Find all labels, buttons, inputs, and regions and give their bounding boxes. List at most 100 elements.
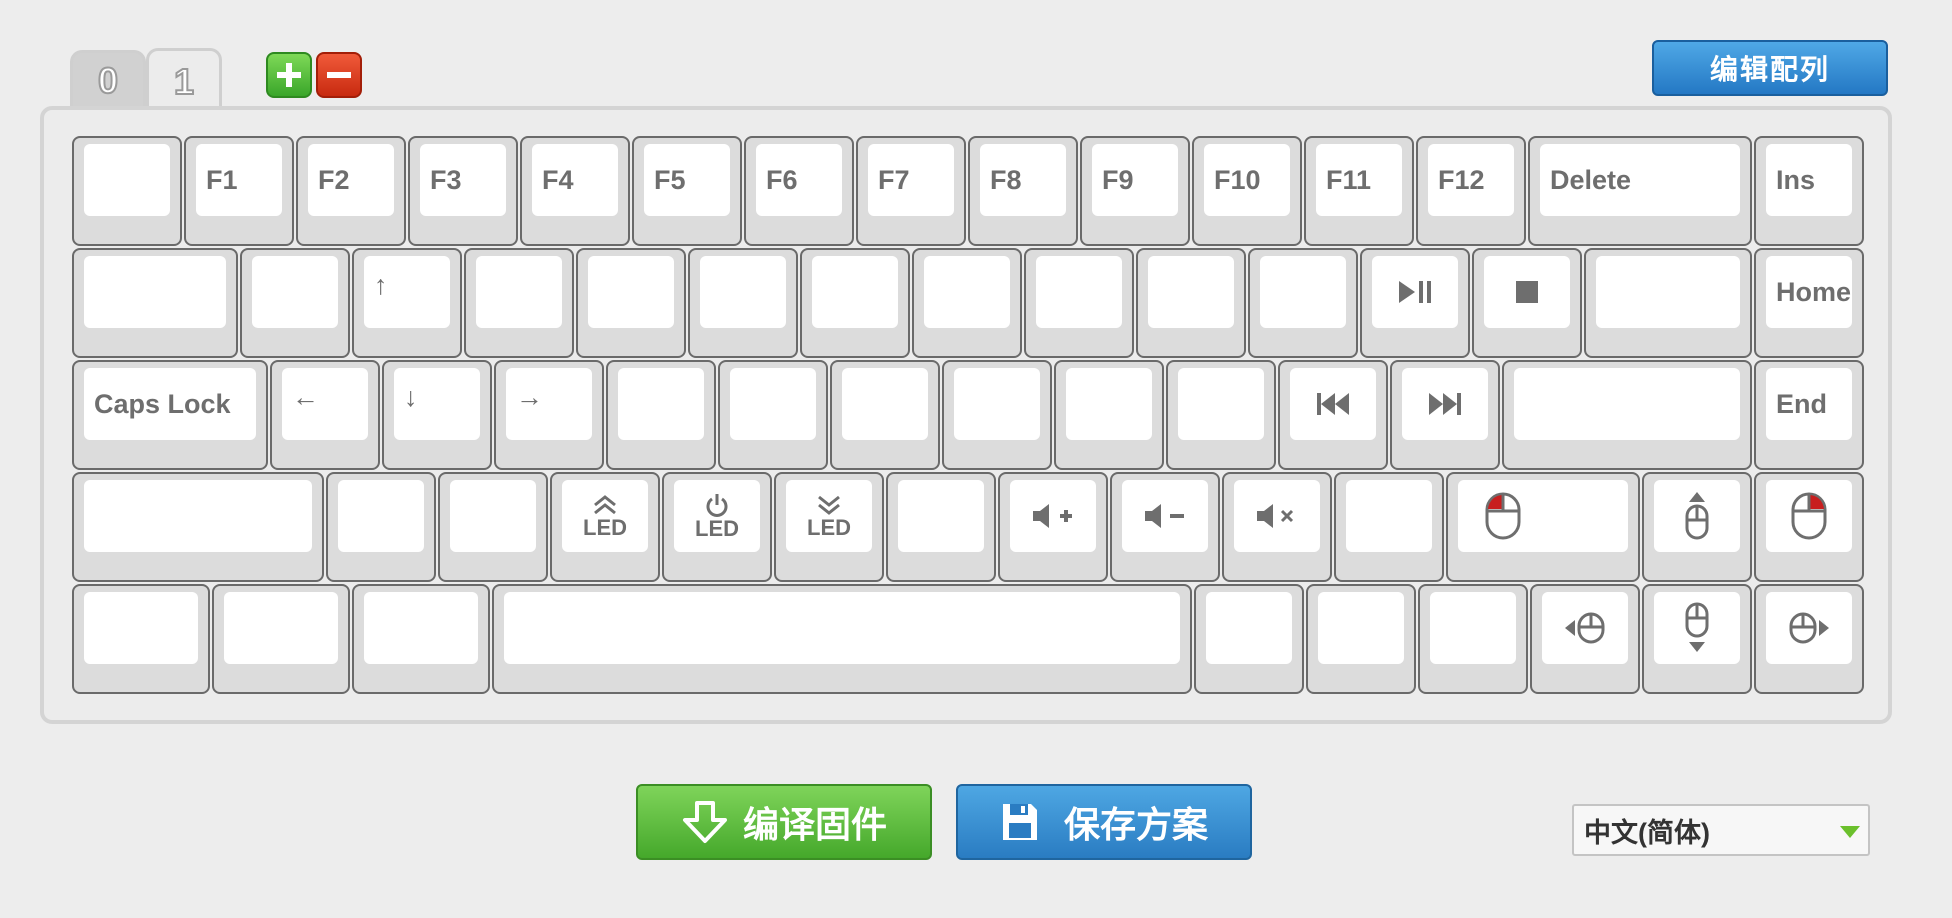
key-label: End xyxy=(1776,388,1827,419)
mouse-move-up-icon xyxy=(1685,492,1709,540)
keycap xyxy=(898,480,984,552)
key-play-pause[interactable] xyxy=(1360,248,1470,358)
key-mouse-left-click[interactable] xyxy=(1446,472,1640,582)
key-home[interactable]: Home xyxy=(1754,248,1864,358)
key-right-alt[interactable] xyxy=(1194,584,1304,694)
edit-layout-button[interactable]: 编辑配列 xyxy=(1652,40,1888,96)
remove-layer-button[interactable] xyxy=(316,52,362,98)
key-volume-down[interactable] xyxy=(1110,472,1220,582)
key-f7[interactable]: F7 xyxy=(856,136,966,246)
key-left-shift[interactable] xyxy=(72,472,324,582)
key-fn[interactable] xyxy=(1306,584,1416,694)
key-mouse-move-up[interactable] xyxy=(1642,472,1752,582)
minus-icon xyxy=(327,72,351,78)
layer-tab-label: 0 xyxy=(97,59,119,102)
key-label: F11 xyxy=(1326,164,1372,195)
key-led-down[interactable]: LED xyxy=(774,472,884,582)
download-arrow-icon xyxy=(682,801,727,843)
key-f11[interactable]: F11 xyxy=(1304,136,1414,246)
keycap: ↑ xyxy=(364,256,450,328)
key-f6[interactable]: F6 xyxy=(744,136,854,246)
key-r3-blank[interactable] xyxy=(718,360,828,470)
volume-up-icon xyxy=(1033,504,1072,528)
keycap xyxy=(224,592,338,664)
keycap xyxy=(842,368,928,440)
keycap xyxy=(1654,480,1740,552)
save-profile-button[interactable]: 保存方案 xyxy=(956,784,1252,860)
keycap xyxy=(1402,368,1488,440)
key-r2-blank[interactable] xyxy=(1136,248,1246,358)
key-r2-blank[interactable] xyxy=(240,248,350,358)
key-f3[interactable]: F3 xyxy=(408,136,518,246)
key-end[interactable]: End xyxy=(1754,360,1864,470)
keycap xyxy=(618,368,704,440)
key-left-win[interactable] xyxy=(212,584,350,694)
keycap xyxy=(1234,480,1320,552)
key-previous-track[interactable] xyxy=(1278,360,1388,470)
key-led-toggle[interactable]: LED xyxy=(662,472,772,582)
key-f1[interactable]: F1 xyxy=(184,136,294,246)
key-arrow-left[interactable]: ← xyxy=(270,360,380,470)
key-arrow-right[interactable]: → xyxy=(494,360,604,470)
key-r2-blank[interactable] xyxy=(1024,248,1134,358)
key-r2-blank[interactable] xyxy=(688,248,798,358)
compile-firmware-button[interactable]: 编译固件 xyxy=(636,784,932,860)
key-enter[interactable] xyxy=(1502,360,1752,470)
key-r3-blank[interactable] xyxy=(830,360,940,470)
key-r2-blank[interactable] xyxy=(576,248,686,358)
add-layer-button[interactable] xyxy=(266,52,312,98)
key-f4[interactable]: F4 xyxy=(520,136,630,246)
key-f10[interactable]: F10 xyxy=(1192,136,1302,246)
key-left-alt[interactable] xyxy=(352,584,490,694)
key-mouse-move-right[interactable] xyxy=(1754,584,1864,694)
keycap xyxy=(1010,480,1096,552)
key-stop[interactable] xyxy=(1472,248,1582,358)
key-r2-backslash[interactable] xyxy=(1584,248,1752,358)
key-r4-blank[interactable] xyxy=(326,472,436,582)
key-f2[interactable]: F2 xyxy=(296,136,406,246)
key-f9[interactable]: F9 xyxy=(1080,136,1190,246)
key-r1-blank[interactable] xyxy=(72,136,182,246)
key-caps-lock[interactable]: Caps Lock xyxy=(72,360,268,470)
key-r2-blank[interactable] xyxy=(1248,248,1358,358)
key-mouse-right-click[interactable] xyxy=(1754,472,1864,582)
key-r2-blank[interactable] xyxy=(912,248,1022,358)
key-ins[interactable]: Ins xyxy=(1754,136,1864,246)
key-r4-blank[interactable] xyxy=(438,472,548,582)
key-r3-blank[interactable] xyxy=(606,360,716,470)
key-space[interactable] xyxy=(492,584,1192,694)
layer-tab-1[interactable]: 1 xyxy=(146,48,222,112)
key-led-up[interactable]: LED xyxy=(550,472,660,582)
mouse-move-left-icon xyxy=(1565,612,1605,644)
play-pause-icon xyxy=(1399,281,1431,303)
key-r2-blank[interactable] xyxy=(464,248,574,358)
key-right-ctrl[interactable] xyxy=(1418,584,1528,694)
key-mute[interactable] xyxy=(1222,472,1332,582)
language-select[interactable]: 中文(简体) xyxy=(1572,804,1870,856)
mouse-move-right-icon xyxy=(1789,612,1829,644)
key-f5[interactable]: F5 xyxy=(632,136,742,246)
key-r3-blank[interactable] xyxy=(1054,360,1164,470)
key-mouse-move-down[interactable] xyxy=(1642,584,1752,694)
key-r2-tab[interactable] xyxy=(72,248,238,358)
key-mouse-move-left[interactable] xyxy=(1530,584,1640,694)
key-next-track[interactable] xyxy=(1390,360,1500,470)
key-r4-blank[interactable] xyxy=(886,472,996,582)
keycap: F2 xyxy=(308,144,394,216)
key-f8[interactable]: F8 xyxy=(968,136,1078,246)
key-volume-up[interactable] xyxy=(998,472,1108,582)
key-r3-blank[interactable] xyxy=(1166,360,1276,470)
key-label: F3 xyxy=(430,164,462,195)
key-r2-blank[interactable] xyxy=(800,248,910,358)
key-left-ctrl[interactable] xyxy=(72,584,210,694)
led-down-group: LED xyxy=(786,493,872,539)
keycap xyxy=(1542,592,1628,664)
key-arrow-down[interactable]: ↓ xyxy=(382,360,492,470)
key-r4-blank[interactable] xyxy=(1334,472,1444,582)
keyboard-board: F1 F2 F3 F4 F5 F6 F7 F8 F9 F10 F11 F12 D… xyxy=(40,106,1892,724)
key-arrow-up[interactable]: ↑ xyxy=(352,248,462,358)
key-r3-blank[interactable] xyxy=(942,360,1052,470)
key-delete[interactable]: Delete xyxy=(1528,136,1752,246)
key-f12[interactable]: F12 xyxy=(1416,136,1526,246)
layer-tab-0[interactable]: 0 xyxy=(70,50,146,108)
